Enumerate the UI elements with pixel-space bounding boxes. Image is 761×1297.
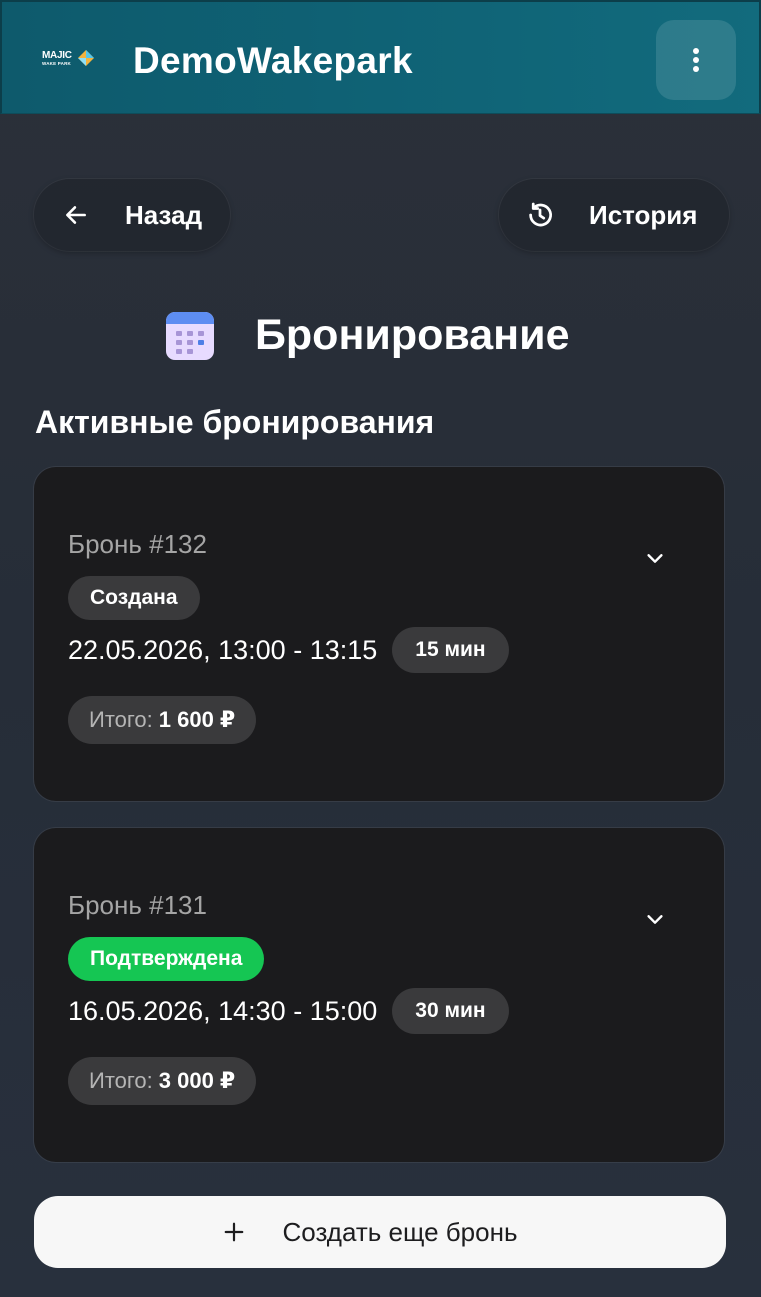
logo-text: MAJIC bbox=[42, 50, 72, 61]
arrow-left-icon bbox=[66, 206, 86, 224]
duration-badge: 30 мин bbox=[392, 988, 509, 1034]
booking-title: Бронь #132 bbox=[68, 529, 207, 559]
page-heading: Бронирование bbox=[165, 306, 569, 364]
more-vertical-icon bbox=[693, 48, 699, 72]
booking-card[interactable]: Бронь #131 Подтверждена 16.05.2026, 14:3… bbox=[34, 828, 724, 1162]
create-booking-button[interactable]: Создать еще бронь bbox=[34, 1196, 726, 1268]
status-badge: Создана bbox=[68, 576, 200, 620]
history-button[interactable]: История bbox=[499, 179, 729, 251]
back-label: Назад bbox=[125, 199, 203, 230]
app-logo: MAJIC WAKE PARK bbox=[42, 49, 94, 71]
back-button[interactable]: Назад bbox=[34, 179, 230, 251]
more-menu-button[interactable] bbox=[656, 20, 736, 100]
page-title: Бронирование bbox=[255, 310, 570, 359]
logo-diamond-icon bbox=[78, 50, 94, 66]
status-badge: Подтверждена bbox=[68, 937, 265, 981]
section-title: Активные бронирования bbox=[35, 404, 435, 440]
app-title: DemoWakepark bbox=[133, 40, 413, 81]
logo-subtext: WAKE PARK bbox=[42, 61, 71, 66]
create-booking-label: Создать еще бронь bbox=[282, 1216, 518, 1247]
booking-title: Бронь #131 bbox=[68, 890, 207, 920]
history-label: История bbox=[589, 199, 698, 230]
booking-time: 16.05.2026, 14:30 - 15:00 bbox=[68, 995, 378, 1026]
total-badge: Итого: 1 600 ₽ bbox=[68, 696, 257, 744]
plus-icon bbox=[224, 1222, 243, 1242]
total-label: Итого: bbox=[89, 1068, 153, 1093]
booking-card[interactable]: Бронь #132 Создана 22.05.2026, 13:00 - 1… bbox=[34, 467, 724, 801]
duration-badge: 15 мин bbox=[392, 627, 509, 673]
calendar-icon bbox=[166, 312, 214, 360]
total-value: 1 600 ₽ bbox=[158, 707, 236, 732]
booking-time-row: 22.05.2026, 13:00 - 13:15 15 мин bbox=[68, 627, 509, 673]
chevron-down-icon[interactable] bbox=[644, 547, 666, 569]
booking-time-row: 16.05.2026, 14:30 - 15:00 30 мин bbox=[68, 988, 509, 1034]
total-badge: Итого: 3 000 ₽ bbox=[68, 1057, 257, 1105]
total-label: Итого: bbox=[89, 707, 153, 732]
app-header: MAJIC WAKE PARK DemoWakepark bbox=[0, 0, 761, 114]
total-value: 3 000 ₽ bbox=[158, 1068, 236, 1093]
chevron-down-icon[interactable] bbox=[644, 908, 666, 930]
booking-time: 22.05.2026, 13:00 - 13:15 bbox=[68, 634, 378, 665]
history-icon bbox=[529, 202, 552, 227]
